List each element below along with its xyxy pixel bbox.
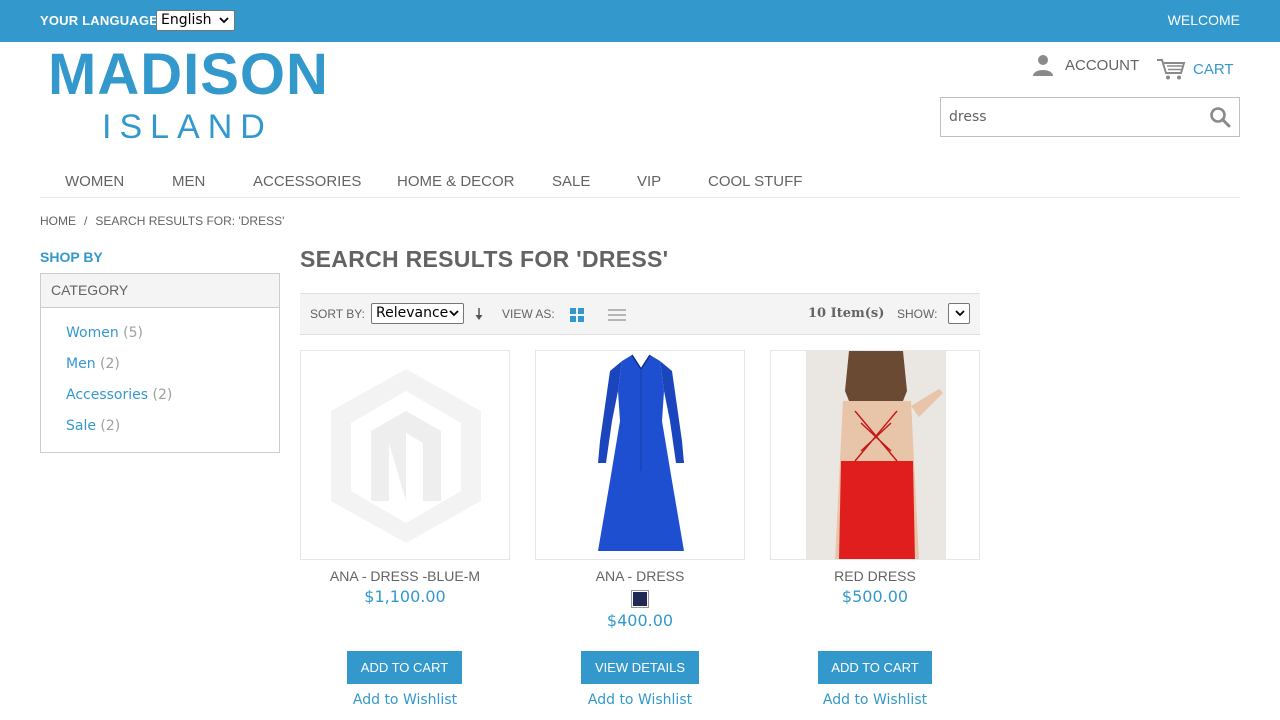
category-item-men[interactable]: Men (2) [66, 355, 279, 386]
nav-item-home-decor[interactable]: HOME & DECOR [397, 173, 515, 190]
language-select-value: English [161, 12, 212, 28]
product-image[interactable] [535, 350, 745, 560]
logo-sub-text: ISLAND [102, 108, 273, 146]
results-toolbar: SORT BY: Relevance VIEW AS: 10 Item(s) S… [300, 293, 980, 335]
category-item-women[interactable]: Women (5) [66, 324, 279, 355]
product-card: ANA - DRESS $400.00 [535, 350, 745, 632]
placeholder-logo-icon [331, 369, 481, 543]
category-item-accessories[interactable]: Accessories (2) [66, 386, 279, 417]
view-as-label: VIEW AS: [502, 307, 555, 321]
color-swatches [535, 586, 745, 610]
category-name: Women [66, 325, 119, 341]
search-input[interactable] [949, 98, 1199, 136]
language-label: YOUR LANGUAGE: [40, 13, 163, 28]
breadcrumb: HOME / SEARCH RESULTS FOR: 'DRESS' [40, 214, 284, 228]
sort-by-label: SORT BY: [310, 307, 365, 321]
nav-item-accessories[interactable]: ACCESSORIES [253, 173, 361, 190]
category-count: (2) [100, 356, 120, 372]
breadcrumb-current: SEARCH RESULTS FOR: 'DRESS' [95, 214, 285, 228]
nav-item-women[interactable]: WOMEN [65, 173, 124, 190]
swatch-color [633, 592, 647, 606]
site-logo[interactable]: MADISON ISLAND [48, 42, 329, 147]
sort-by-value: Relevance [376, 305, 449, 321]
account-label: ACCOUNT [1065, 56, 1140, 74]
add-to-wishlist-link[interactable]: Add to Wishlist [535, 692, 745, 708]
blue-dress-image [598, 354, 684, 551]
category-count: (2) [152, 387, 173, 403]
product-image[interactable] [770, 350, 980, 560]
product-name[interactable]: ANA - DRESS [535, 566, 745, 586]
grid-view-icon[interactable] [570, 308, 584, 322]
chevron-down-icon [955, 310, 965, 317]
sort-direction-icon[interactable] [473, 305, 485, 323]
search-box [940, 97, 1240, 137]
chevron-down-icon [449, 310, 459, 317]
account-link[interactable]: ACCOUNT [1031, 52, 1139, 78]
product-price: $500.00 [841, 587, 909, 606]
cart-icon [1157, 59, 1186, 80]
shop-by-heading: SHOP BY [40, 249, 103, 265]
cart-link[interactable]: CART [1156, 56, 1234, 82]
nav-item-cool-stuff[interactable]: COOL STUFF [708, 173, 802, 190]
product-card: ANA - DRESS -BLUE-M $1,100.00 [300, 350, 510, 608]
color-swatch[interactable] [631, 590, 649, 608]
list-view-icon[interactable] [608, 307, 626, 323]
nav-item-sale[interactable]: SALE [552, 173, 590, 190]
view-details-button[interactable]: VIEW DETAILS [581, 651, 699, 684]
sort-by-select[interactable]: Relevance [371, 303, 464, 324]
items-count: 10 Item(s) [808, 306, 885, 321]
category-name: Sale [66, 418, 96, 434]
category-count: (5) [123, 325, 144, 341]
add-to-cart-button[interactable]: ADD TO CART [818, 651, 932, 684]
user-icon [1033, 55, 1053, 76]
category-item-sale[interactable]: Sale (2) [66, 417, 279, 448]
add-to-wishlist-link[interactable]: Add to Wishlist [770, 692, 980, 708]
product-name[interactable]: ANA - DRESS -BLUE-M [300, 566, 510, 586]
category-filter: CATEGORY Women (5) Men (2) Accessories (… [40, 273, 280, 453]
breadcrumb-separator: / [84, 214, 88, 228]
nav-item-men[interactable]: MEN [172, 173, 205, 190]
cart-label: CART [1193, 60, 1234, 78]
product-card: RED DRESS $500.00 [770, 350, 980, 608]
welcome-message: WELCOME [1167, 12, 1240, 28]
main-navigation: WOMEN MEN ACCESSORIES HOME & DECOR SALE … [40, 166, 1240, 198]
category-count: (2) [100, 418, 121, 434]
show-limit-select[interactable] [948, 303, 970, 324]
category-name: Accessories [66, 387, 149, 403]
logo-main-text: MADISON [48, 42, 329, 107]
breadcrumb-home[interactable]: HOME [40, 214, 76, 228]
show-label: SHOW: [897, 307, 938, 321]
red-dress-image [806, 351, 946, 559]
product-name[interactable]: RED DRESS [770, 566, 980, 586]
nav-item-vip[interactable]: VIP [637, 173, 661, 190]
category-name: Men [66, 356, 96, 372]
product-image-placeholder[interactable] [300, 350, 510, 560]
category-list: Women (5) Men (2) Accessories (2) Sale (… [41, 308, 279, 448]
product-price: $1,100.00 [364, 587, 446, 606]
add-to-wishlist-link[interactable]: Add to Wishlist [300, 692, 510, 708]
product-price: $400.00 [606, 611, 674, 630]
search-icon[interactable] [1209, 106, 1231, 128]
page-title: SEARCH RESULTS FOR 'DRESS' [300, 246, 669, 272]
category-filter-title: CATEGORY [41, 274, 279, 308]
language-select[interactable]: English [156, 10, 235, 31]
chevron-down-icon [219, 17, 229, 24]
add-to-cart-button[interactable]: ADD TO CART [347, 651, 462, 684]
top-bar: YOUR LANGUAGE: English WELCOME [0, 0, 1280, 42]
